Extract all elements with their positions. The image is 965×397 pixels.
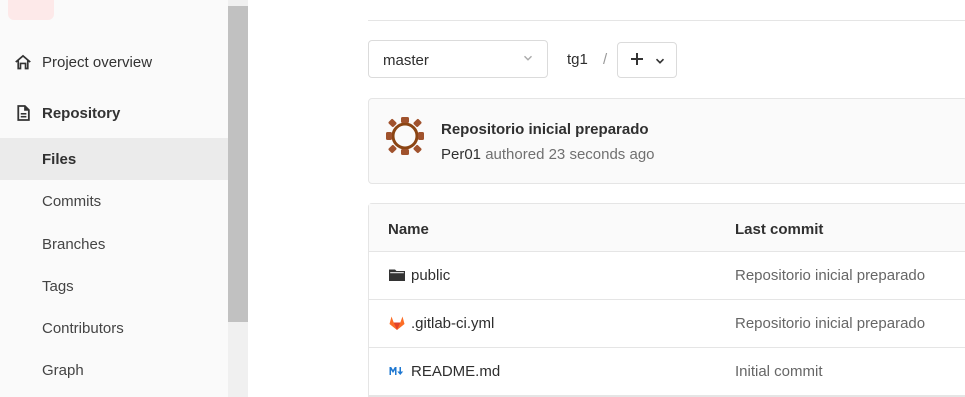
sidebar-item-project-overview[interactable]: Project overview bbox=[0, 41, 228, 83]
column-header-name: Name bbox=[388, 221, 429, 238]
commit-author-link[interactable]: Per01 bbox=[441, 146, 481, 163]
commit-title-link[interactable]: Repositorio inicial preparado bbox=[441, 121, 649, 138]
file-name-link[interactable]: .gitlab-ci.yml bbox=[411, 315, 494, 332]
document-icon bbox=[17, 105, 30, 121]
sidebar-subitem-graph[interactable]: Graph bbox=[0, 349, 228, 391]
divider bbox=[368, 20, 965, 21]
column-header-last-commit: Last commit bbox=[735, 221, 824, 238]
commit-meta: Per01 authored 23 seconds ago bbox=[441, 146, 655, 163]
breadcrumb-separator: / bbox=[603, 51, 608, 68]
sidebar-subitem-label: Branches bbox=[42, 235, 106, 253]
home-icon bbox=[15, 54, 31, 70]
table-row[interactable]: public Repositorio inicial preparado bbox=[369, 252, 965, 300]
sidebar: Project overview Repository Files Commit… bbox=[0, 0, 228, 397]
chevron-down-icon bbox=[655, 58, 665, 64]
file-last-commit-link[interactable]: Repositorio inicial preparado bbox=[735, 267, 925, 284]
table-header: Name Last commit bbox=[369, 204, 965, 252]
sidebar-subitem-branches[interactable]: Branches bbox=[0, 223, 228, 265]
sidebar-subitem-label: Graph bbox=[42, 361, 84, 379]
gitlab-icon bbox=[389, 316, 405, 330]
markdown-icon bbox=[389, 367, 404, 375]
sidebar-subitem-contributors[interactable]: Contributors bbox=[0, 307, 228, 349]
sidebar-item-repository[interactable]: Repository bbox=[0, 92, 228, 134]
sidebar-scrollbar[interactable] bbox=[228, 0, 248, 397]
file-last-commit-link[interactable]: Initial commit bbox=[735, 363, 823, 380]
file-name-link[interactable]: README.md bbox=[411, 363, 500, 380]
breadcrumb-path-segment[interactable]: tg1 bbox=[567, 51, 588, 68]
author-avatar[interactable] bbox=[385, 116, 425, 156]
sidebar-subitem-label: Files bbox=[42, 150, 77, 168]
table-row[interactable]: .gitlab-ci.yml Repositorio inicial prepa… bbox=[369, 300, 965, 348]
branch-selector[interactable]: master bbox=[368, 40, 548, 78]
chevron-down-icon bbox=[524, 55, 532, 61]
plus-icon bbox=[631, 53, 643, 65]
project-avatar[interactable] bbox=[8, 0, 54, 20]
add-to-tree-dropdown-button[interactable] bbox=[617, 42, 677, 78]
scrollbar-thumb[interactable] bbox=[228, 6, 248, 322]
branch-selector-value: master bbox=[383, 52, 429, 69]
sidebar-subitem-label: Contributors bbox=[42, 319, 124, 337]
commit-meta-text: authored 23 seconds ago bbox=[485, 146, 655, 163]
sidebar-item-label: Repository bbox=[42, 104, 121, 122]
sidebar-subitem-files[interactable]: Files bbox=[0, 138, 228, 180]
sidebar-item-label: Project overview bbox=[42, 53, 153, 71]
file-last-commit-link[interactable]: Repositorio inicial preparado bbox=[735, 315, 925, 332]
last-commit-panel bbox=[368, 98, 965, 184]
table-row[interactable]: README.md Initial commit bbox=[369, 348, 965, 396]
sidebar-subitem-tags[interactable]: Tags bbox=[0, 265, 228, 307]
file-name-link[interactable]: public bbox=[411, 267, 450, 284]
sidebar-subitem-commits[interactable]: Commits bbox=[0, 180, 228, 222]
sidebar-subitem-label: Tags bbox=[42, 277, 74, 295]
sidebar-subitem-label: Commits bbox=[42, 192, 102, 210]
folder-icon bbox=[389, 269, 405, 281]
file-tree-table: Name Last commit public Repositorio inic… bbox=[368, 203, 965, 397]
